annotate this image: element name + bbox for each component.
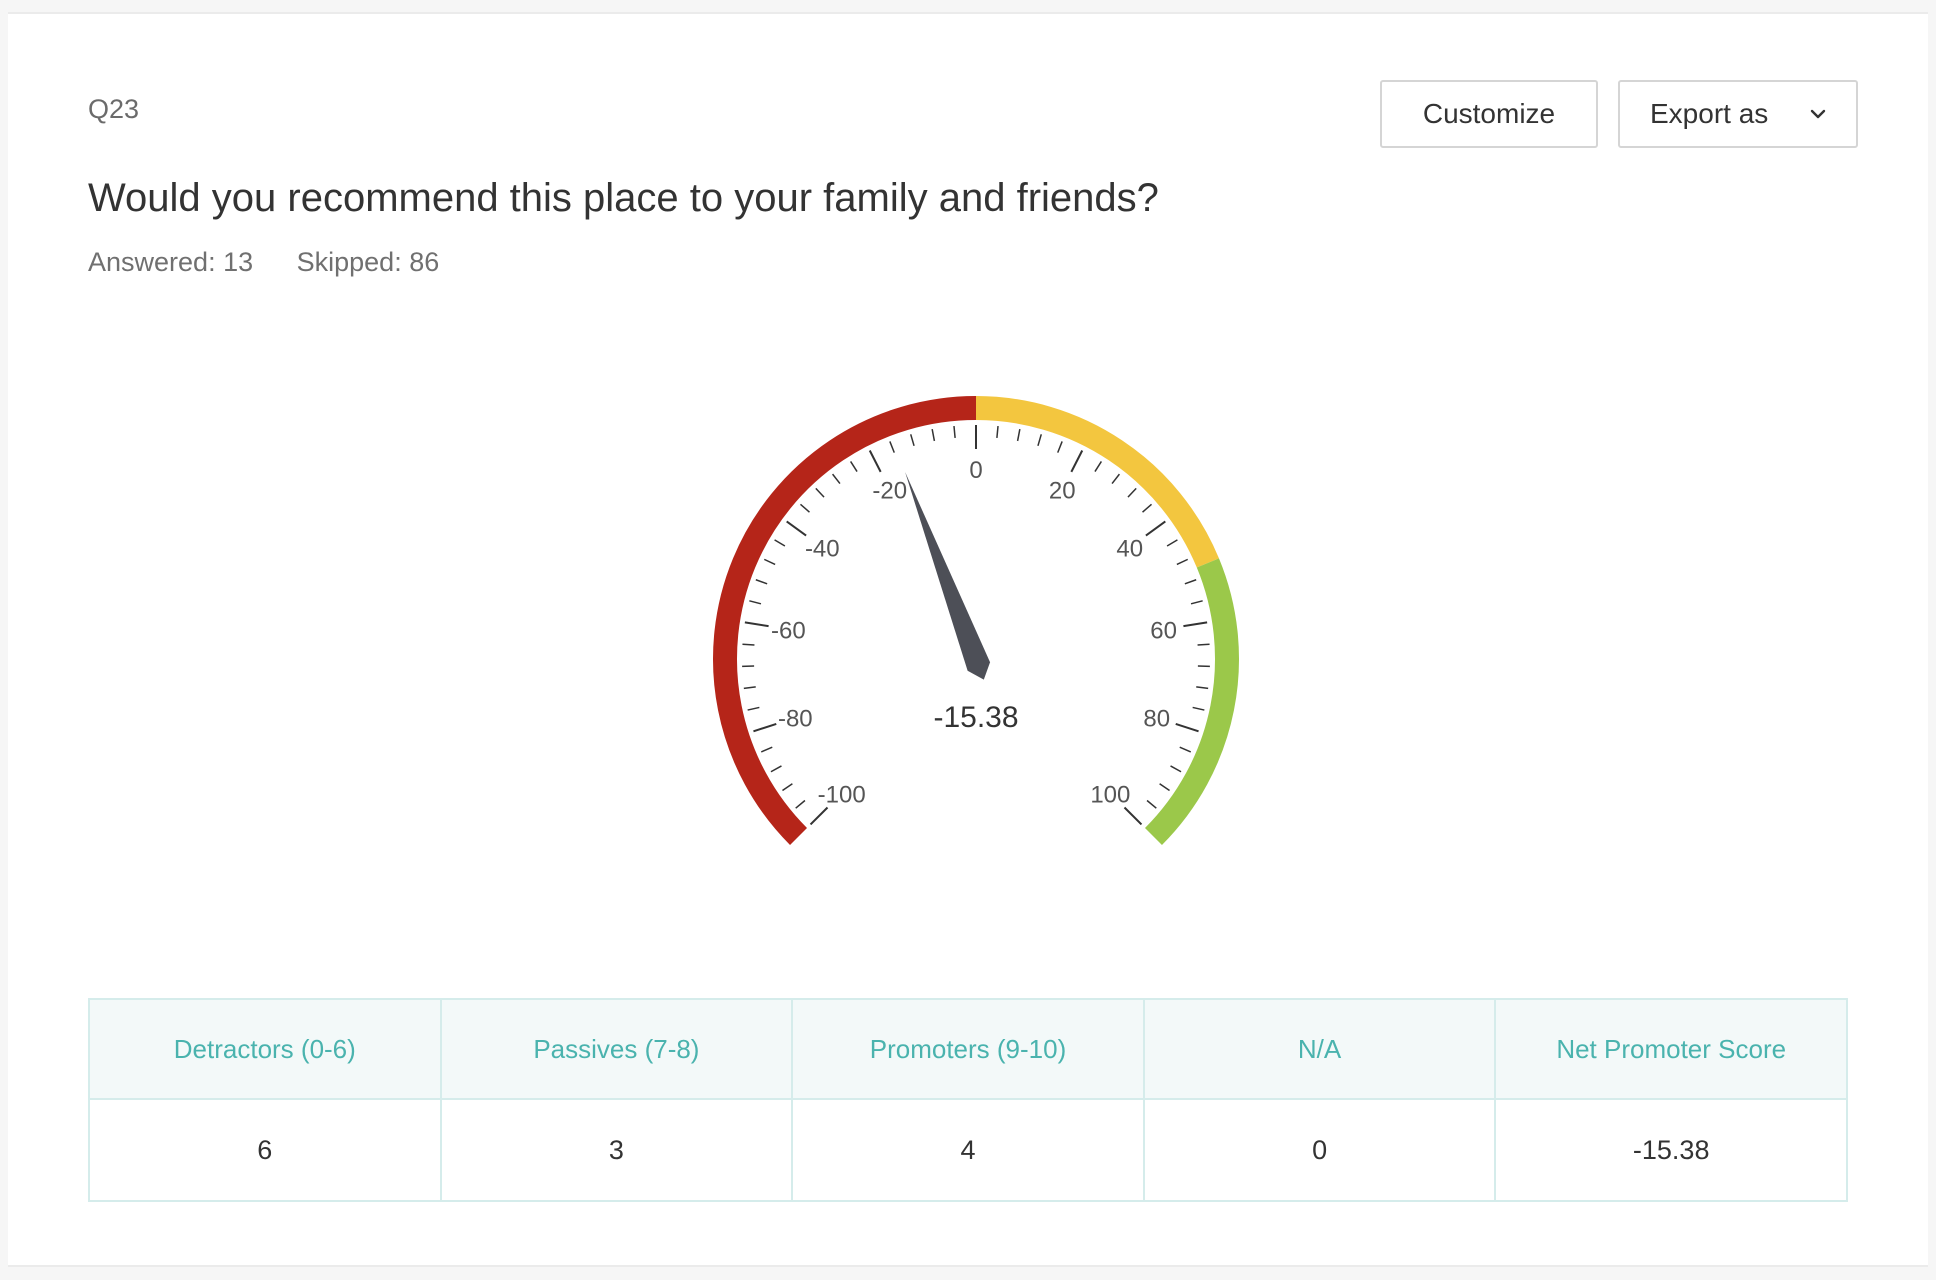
response-stats: Answered: 13 Skipped: 86: [88, 247, 475, 278]
gauge-minor-tick: [931, 429, 936, 442]
gauge-value-label: -15.38: [933, 701, 1018, 734]
gauge-minor-tick: [782, 783, 793, 792]
gauge-needle-shape: [905, 471, 991, 680]
gauge-band-2: [1144, 558, 1239, 845]
question-card: Q23 Customize Export as Would you recomm…: [8, 12, 1928, 1267]
gauge-minor-tick: [742, 643, 755, 646]
gauge-minor-tick: [1142, 503, 1153, 513]
customize-button[interactable]: Customize: [1380, 80, 1598, 148]
gauge-major-tick: [868, 450, 882, 473]
detractors-value: 6: [88, 1098, 442, 1202]
gauge-needle: [905, 471, 991, 680]
export-as-label: Export as: [1650, 98, 1769, 129]
question-title: Would you recommend this place to your f…: [88, 176, 1159, 220]
gauge-major-tick: [1183, 621, 1208, 628]
gauge-minor-tick: [763, 558, 776, 566]
gauge-major-tick: [1145, 520, 1166, 537]
gauge-tick-label: 20: [1049, 478, 1076, 505]
gauge-minor-tick: [1184, 579, 1197, 585]
gauge-minor-tick: [996, 425, 999, 439]
gauge-minor-tick: [1197, 643, 1210, 646]
gauge-minor-tick: [749, 600, 762, 605]
promoters-value: 4: [791, 1098, 1145, 1202]
gauge-minor-tick: [1196, 686, 1209, 690]
gauge-major-tick: [1175, 722, 1199, 733]
gauge-major-tick: [744, 621, 769, 628]
gauge-major-tick: [753, 722, 777, 733]
export-as-dropdown[interactable]: Export as: [1618, 80, 1858, 148]
na-value: 0: [1142, 1098, 1497, 1202]
table-row: 6 3 4 0 -15.38: [88, 1098, 1848, 1202]
gauge-minor-tick: [747, 706, 760, 711]
gauge-tick-label: 40: [1116, 535, 1143, 562]
gauge-minor-tick: [1176, 558, 1189, 566]
nps-summary-table: Detractors (0-6) Passives (7-8) Promoter…: [88, 998, 1848, 1202]
gauge-minor-tick: [1166, 539, 1178, 547]
gauge-minor-tick: [770, 765, 782, 773]
gauge-minor-tick: [1127, 487, 1137, 498]
table-header-row: Detractors (0-6) Passives (7-8) Promoter…: [88, 998, 1848, 1100]
gauge-minor-tick: [760, 746, 773, 753]
gauge-minor-tick: [1170, 765, 1182, 773]
gauge-minor-tick: [1057, 441, 1063, 453]
gauge-minor-tick: [799, 503, 810, 513]
column-header-nps: Net Promoter Score: [1494, 998, 1848, 1100]
gauge-major-tick: [809, 806, 829, 826]
nps-value: -15.38: [1494, 1098, 1848, 1202]
gauge-minor-tick: [1192, 706, 1205, 711]
column-header-detractors: Detractors (0-6): [88, 998, 442, 1100]
gauge-minor-tick: [1016, 429, 1021, 442]
gauge-minor-tick: [743, 686, 756, 690]
gauge-major-tick: [1070, 450, 1084, 473]
gauge-tick-label: 0: [969, 457, 982, 484]
gauge-tick-label: -40: [805, 535, 840, 562]
gauge-minor-tick: [831, 473, 841, 485]
gauge-tick-label: -20: [872, 478, 907, 505]
question-id: Q23: [88, 94, 140, 124]
gauge-minor-tick: [953, 425, 956, 439]
answered-count: Answered: 13: [88, 247, 254, 277]
gauge-tick-label: 100: [1090, 781, 1130, 808]
passives-value: 3: [439, 1098, 794, 1202]
nps-gauge-chart: -100 -80 -60 -40 -20 0 20 40 60 80 100 -15.38: [713, 396, 1239, 845]
gauge-tick-label: -60: [771, 617, 806, 644]
gauge-minor-tick: [815, 487, 825, 498]
gauge-minor-tick: [1146, 799, 1157, 809]
gauge-minor-tick: [1190, 600, 1203, 605]
gauge-band-1: [975, 396, 1219, 568]
gauge-major-tick: [1123, 806, 1143, 826]
gauge-tick-label: -100: [818, 781, 866, 808]
column-header-passives: Passives (7-8): [439, 998, 794, 1100]
gauge-minor-tick: [755, 579, 768, 585]
gauge-major-tick: [786, 520, 807, 537]
gauge-minor-tick: [1094, 461, 1103, 472]
gauge-minor-tick: [889, 441, 895, 453]
gauge-ticks: [742, 425, 1210, 826]
gauge-minor-tick: [849, 461, 858, 472]
gauge-minor-tick: [795, 799, 806, 809]
gauge-tick-label: 80: [1143, 706, 1170, 733]
gauge-band-0: [713, 396, 977, 845]
gauge-tick-label: -80: [778, 706, 813, 733]
gauge-minor-tick: [1179, 746, 1192, 753]
gauge-minor-tick: [774, 539, 786, 547]
gauge-minor-tick: [909, 434, 915, 447]
gauge-minor-tick: [1111, 473, 1121, 485]
skipped-count: Skipped: 86: [296, 247, 440, 277]
gauge-tick-label: 60: [1150, 617, 1177, 644]
column-header-promoters: Promoters (9-10): [791, 998, 1145, 1100]
column-header-na: N/A: [1142, 998, 1497, 1100]
gauge-minor-tick: [1159, 783, 1170, 792]
gauge-minor-tick: [1037, 434, 1043, 447]
chevron-down-icon: [1810, 109, 1826, 119]
